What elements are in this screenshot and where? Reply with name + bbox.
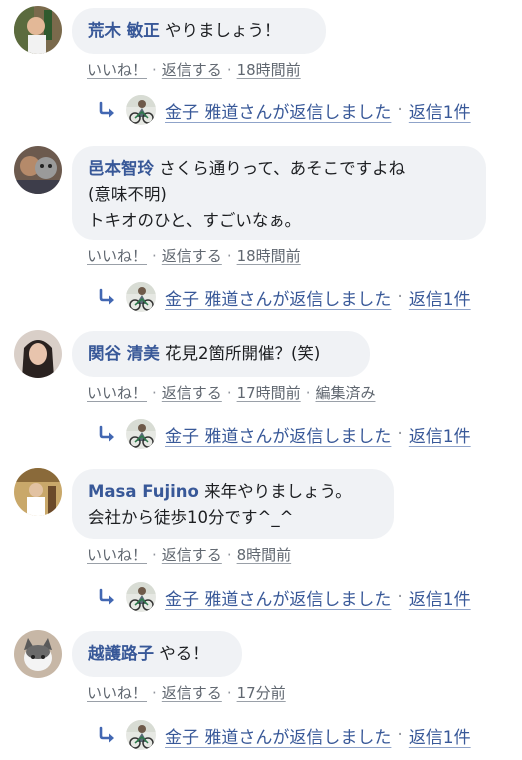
timestamp[interactable]: 17分前 <box>237 684 286 702</box>
like-button[interactable]: いいね！ <box>87 546 147 564</box>
replied-by-link[interactable]: 金子 雅道さんが返信しました <box>165 422 391 447</box>
comment-bubble: 関谷 清美 花見2箇所開催？(笑) <box>72 331 370 377</box>
separator: · <box>226 247 232 265</box>
comment-text: 来年やりましょう。 <box>204 482 352 501</box>
reply-avatar <box>126 582 156 612</box>
reply-button[interactable]: 返信する <box>162 384 222 402</box>
separator: · <box>152 247 157 265</box>
avatar[interactable] <box>14 468 62 516</box>
reply-summary[interactable]: 金子 雅道さんが返信しました · 返信1件 <box>98 281 471 313</box>
reply-summary[interactable]: 金子 雅道さんが返信しました · 返信1件 <box>98 719 471 751</box>
avatar[interactable] <box>14 630 62 678</box>
reply-arrow-icon <box>98 288 118 306</box>
like-button[interactable]: いいね！ <box>87 247 147 265</box>
comment-bubble: 荒木 敏正 やりましょう！ <box>72 8 326 54</box>
replied-by-link[interactable]: 金子 雅道さんが返信しました <box>165 585 391 610</box>
separator: · <box>397 725 403 745</box>
avatar[interactable] <box>14 146 62 194</box>
reply-count-link[interactable]: 返信1件 <box>409 98 471 123</box>
reply-button[interactable]: 返信する <box>162 684 222 702</box>
comment-actions: いいね！ · 返信する · 17時間前 · 編集済み <box>87 382 375 403</box>
reply-arrow-icon <box>98 101 118 119</box>
separator: · <box>152 684 157 702</box>
timestamp[interactable]: 18時間前 <box>237 247 301 265</box>
separator: · <box>397 587 403 607</box>
comment-bubble: 越護路子 やる！ <box>72 631 242 677</box>
reply-avatar <box>126 282 156 312</box>
reply-count-link[interactable]: 返信1件 <box>409 585 471 610</box>
comment-author[interactable]: 邑本智玲 <box>88 159 154 178</box>
separator: · <box>226 384 232 402</box>
reply-button[interactable]: 返信する <box>162 247 222 265</box>
reply-count-link[interactable]: 返信1件 <box>409 422 471 447</box>
avatar[interactable] <box>14 6 62 54</box>
comment-author[interactable]: Masa Fujino <box>88 482 199 501</box>
comment-text: (意味不明) <box>88 185 167 204</box>
separator: · <box>226 546 232 564</box>
comment-actions: いいね！ · 返信する · 18時間前 <box>87 245 301 266</box>
reply-button[interactable]: 返信する <box>162 61 222 79</box>
separator: · <box>397 424 403 444</box>
reply-count-link[interactable]: 返信1件 <box>409 285 471 310</box>
timestamp[interactable]: 18時間前 <box>237 61 301 79</box>
avatar[interactable] <box>14 330 62 378</box>
like-button[interactable]: いいね！ <box>87 684 147 702</box>
comment-actions: いいね！ · 返信する · 17分前 <box>87 682 286 703</box>
separator: · <box>152 384 157 402</box>
comment-actions: いいね！ · 返信する · 8時間前 <box>87 544 291 565</box>
reply-avatar <box>126 95 156 125</box>
reply-count-link[interactable]: 返信1件 <box>409 723 471 748</box>
reply-avatar <box>126 419 156 449</box>
timestamp[interactable]: 8時間前 <box>237 546 292 564</box>
replied-by-link[interactable]: 金子 雅道さんが返信しました <box>165 723 391 748</box>
reply-summary[interactable]: 金子 雅道さんが返信しました · 返信1件 <box>98 94 471 126</box>
replied-by-link[interactable]: 金子 雅道さんが返信しました <box>165 98 391 123</box>
comment-bubble: Masa Fujino 来年やりましょう。 会社から徒歩10分です^_^ <box>72 469 394 539</box>
reply-arrow-icon <box>98 726 118 744</box>
comment-author[interactable]: 関谷 清美 <box>88 344 160 363</box>
like-button[interactable]: いいね！ <box>87 384 147 402</box>
timestamp[interactable]: 17時間前 <box>237 384 301 402</box>
comment-text: トキオのひと、すごいなぁ。 <box>88 211 302 230</box>
comment-text: 会社から徒歩10分です^_^ <box>88 508 294 527</box>
comment-author[interactable]: 越護路子 <box>88 644 154 663</box>
comment-text: 花見2箇所開催？(笑) <box>165 344 321 363</box>
comment-text: やる！ <box>159 644 209 663</box>
separator: · <box>397 287 403 307</box>
separator: · <box>152 546 157 564</box>
comment-actions: いいね！ · 返信する · 18時間前 <box>87 59 301 80</box>
like-button[interactable]: いいね！ <box>87 61 147 79</box>
separator: · <box>226 684 232 702</box>
reply-summary[interactable]: 金子 雅道さんが返信しました · 返信1件 <box>98 581 471 613</box>
comment-text: さくら通りって、あそこですよね <box>159 159 406 178</box>
replied-by-link[interactable]: 金子 雅道さんが返信しました <box>165 285 391 310</box>
reply-avatar <box>126 720 156 750</box>
comment-text: やりましょう！ <box>165 21 281 40</box>
separator: · <box>152 61 157 79</box>
edited-label[interactable]: 編集済み <box>315 384 375 402</box>
reply-arrow-icon <box>98 425 118 443</box>
separator: · <box>397 100 403 120</box>
reply-button[interactable]: 返信する <box>162 546 222 564</box>
reply-summary[interactable]: 金子 雅道さんが返信しました · 返信1件 <box>98 418 471 450</box>
separator: · <box>226 61 232 79</box>
separator: · <box>305 384 311 402</box>
comment-author[interactable]: 荒木 敏正 <box>88 21 160 40</box>
comment-bubble: 邑本智玲 さくら通りって、あそこですよね (意味不明) トキオのひと、すごいなぁ… <box>72 146 486 240</box>
reply-arrow-icon <box>98 588 118 606</box>
